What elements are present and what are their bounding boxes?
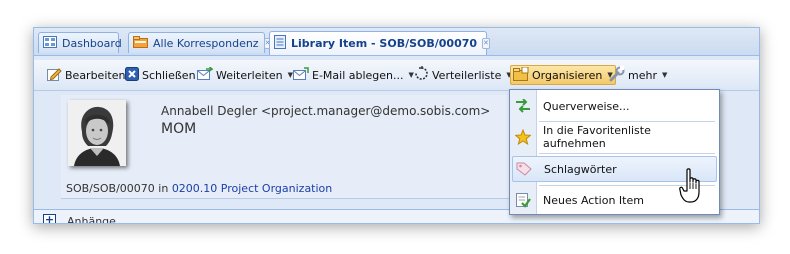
menu-separator	[539, 121, 715, 122]
tab-alle-korrespondenz[interactable]: Alle Korrespondenz ✕	[128, 32, 272, 53]
more-button[interactable]: mehr ▼	[609, 65, 668, 85]
crossref-icon	[515, 98, 531, 114]
tab-dashboard[interactable]: Dashboard	[38, 32, 122, 53]
distribution-list-button[interactable]: Verteilerliste ▼	[414, 65, 512, 84]
document-icon	[274, 35, 286, 52]
menu-item-favorites[interactable]: In die Favoritenliste aufnehmen	[512, 124, 717, 150]
in-label: in	[154, 182, 172, 195]
close-button[interactable]: Schließen	[125, 66, 196, 84]
folder-organize-icon	[513, 66, 529, 84]
forward-button[interactable]: Weiterleiten ▼	[197, 65, 293, 84]
sender: Annabell Degler <project.manager@demo.so…	[161, 104, 491, 118]
hand-cursor-icon	[679, 168, 707, 204]
email-file-button[interactable]: E-Mail ablegen... ▼	[293, 66, 414, 84]
item-header-card: Annabell Degler <project.manager@demo.so…	[61, 95, 531, 199]
expand-icon[interactable]: +	[43, 214, 56, 223]
email-icon	[293, 66, 309, 84]
forward-icon	[197, 65, 215, 84]
dashboard-icon	[43, 35, 57, 51]
tag-icon	[516, 161, 532, 177]
wrench-icon	[609, 65, 625, 85]
tab-library-item[interactable]: Library Item - SOB/SOB/00070 ✕	[269, 31, 490, 55]
tab-label: Alle Korrespondenz	[153, 36, 259, 50]
chevron-down-icon: ▼	[661, 71, 668, 79]
tab-label: Library Item - SOB/SOB/00070	[291, 37, 478, 50]
edit-icon	[46, 66, 62, 85]
menu-item-crossref[interactable]: Querverweise...	[512, 93, 717, 119]
tab-bar: Dashboard Alle Korrespondenz ✕ Library I…	[34, 28, 759, 56]
close-icon	[125, 66, 139, 84]
folder-link[interactable]: 0200.10 Project Organization	[172, 182, 332, 195]
star-icon	[515, 129, 531, 145]
refresh-icon	[414, 65, 429, 84]
toolbar: Bearbeiten Schließen Weiterleiten ▼ E-Ma…	[34, 60, 759, 91]
action-item-icon	[515, 192, 531, 208]
attachments-label: Anhänge	[67, 215, 116, 224]
menu-separator	[539, 153, 715, 154]
item-reference: SOB/SOB/00070 in 0200.10 Project Organiz…	[66, 182, 332, 195]
folder-icon	[133, 35, 148, 51]
reference-number: SOB/SOB/00070	[66, 182, 155, 195]
tab-label: Dashboard	[62, 36, 122, 50]
avatar	[68, 100, 126, 166]
organize-button[interactable]: Organisieren ▼	[510, 65, 616, 85]
subject: MOM	[161, 121, 197, 137]
edit-button[interactable]: Bearbeiten	[46, 66, 125, 84]
close-icon[interactable]: ✕	[482, 38, 490, 49]
